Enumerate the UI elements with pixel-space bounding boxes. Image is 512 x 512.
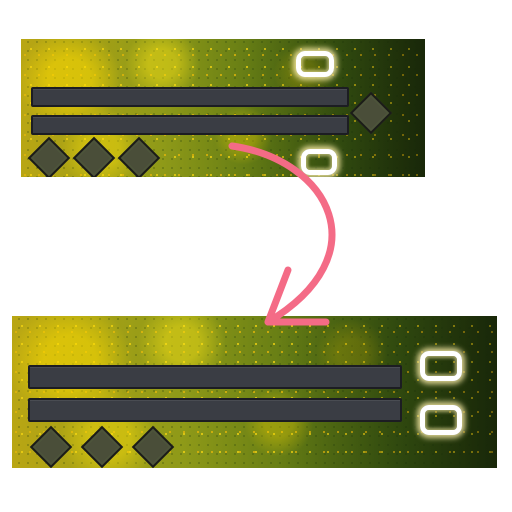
bar-2	[28, 398, 402, 422]
rounded-square-button-top[interactable]	[420, 351, 462, 381]
bar-2	[31, 115, 349, 135]
bar-1	[28, 365, 402, 389]
rounded-square-button-bottom[interactable]	[301, 149, 337, 175]
rounded-square-button-bottom[interactable]	[420, 405, 462, 435]
panel-before	[21, 39, 425, 177]
rounded-square-button-top[interactable]	[296, 51, 334, 77]
bar-1	[31, 87, 349, 107]
stage	[0, 0, 512, 512]
panel-after	[12, 316, 497, 468]
